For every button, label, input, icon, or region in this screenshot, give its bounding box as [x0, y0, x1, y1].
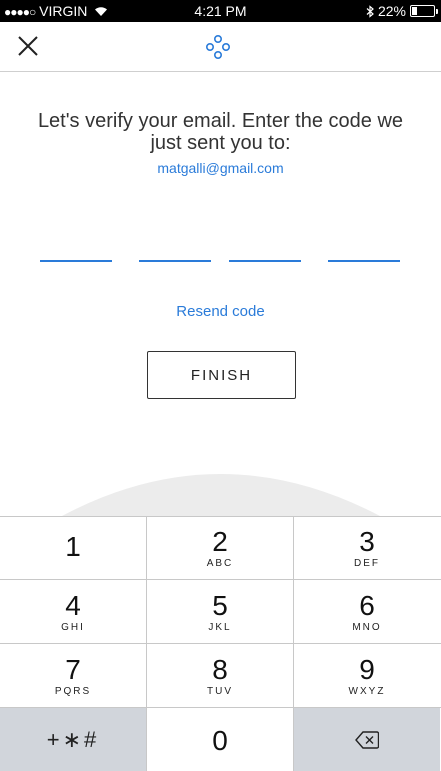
key-letters: WXYZ	[348, 685, 386, 697]
email-address: matgalli@gmail.com	[157, 160, 284, 176]
symbols-label: +∗#	[46, 726, 100, 752]
key-5[interactable]: 5 JKL	[147, 580, 293, 643]
key-digit: 4	[65, 589, 81, 621]
bluetooth-icon	[366, 4, 374, 18]
keypad-divider	[0, 579, 441, 580]
code-digit-3-field[interactable]	[229, 260, 301, 262]
key-digit: 8	[212, 653, 228, 685]
key-2[interactable]: 2 ABC	[147, 516, 293, 579]
key-letters: PQRS	[54, 685, 92, 697]
key-1[interactable]: 1	[0, 516, 146, 579]
numeric-keypad: 1 2 ABC 3 DEF 4 GHI 5 JKL 6 MNO 7 PQRS 8…	[0, 516, 441, 771]
battery-level	[412, 7, 417, 15]
key-letters: MNO	[352, 621, 382, 633]
key-digit: 9	[359, 653, 375, 685]
key-digit: 1	[65, 531, 81, 562]
backspace-icon	[355, 730, 379, 749]
keypad-arc-decoration	[62, 474, 380, 516]
key-6[interactable]: 6 MNO	[294, 580, 440, 643]
verification-prompt: Let's verify your email. Enter the code …	[37, 110, 404, 154]
keypad-divider	[146, 516, 147, 771]
key-digit: 5	[212, 589, 228, 621]
code-digit-1-field[interactable]	[40, 260, 112, 262]
key-digit: 7	[65, 653, 81, 685]
symbols-key[interactable]: +∗#	[0, 708, 146, 771]
app-logo-icon	[205, 34, 230, 59]
key-3[interactable]: 3 DEF	[294, 516, 440, 579]
close-icon[interactable]	[16, 34, 40, 58]
key-0[interactable]: 0	[147, 708, 293, 771]
key-letters: GHI	[61, 621, 85, 633]
key-letters: TUV	[207, 685, 233, 697]
key-digit: 0	[212, 724, 228, 756]
keypad-divider	[0, 643, 441, 644]
keypad-divider	[293, 516, 294, 771]
keypad-divider	[0, 707, 441, 708]
battery-icon	[410, 5, 438, 17]
key-4[interactable]: 4 GHI	[0, 580, 146, 643]
key-digit: 3	[359, 525, 375, 557]
key-letters: DEF	[354, 557, 380, 569]
delete-key[interactable]	[294, 708, 440, 771]
key-7[interactable]: 7 PQRS	[0, 644, 146, 707]
status-bar: ●●●●○ VIRGIN 4:21 PM 22%	[0, 0, 441, 22]
key-8[interactable]: 8 TUV	[147, 644, 293, 707]
code-digit-2-field[interactable]	[139, 260, 211, 262]
key-digit: 6	[359, 589, 375, 621]
code-digit-4-field[interactable]	[328, 260, 400, 262]
key-digit: 2	[212, 525, 228, 557]
keypad-divider	[0, 516, 441, 517]
key-letters: ABC	[206, 557, 234, 569]
resend-code-link[interactable]: Resend code	[0, 303, 441, 320]
key-9[interactable]: 9 WXYZ	[294, 644, 440, 707]
battery-percent: 22%	[377, 3, 406, 19]
key-letters: JKL	[208, 621, 232, 633]
nav-bar	[0, 22, 441, 72]
finish-button[interactable]: FINISH	[147, 351, 296, 399]
